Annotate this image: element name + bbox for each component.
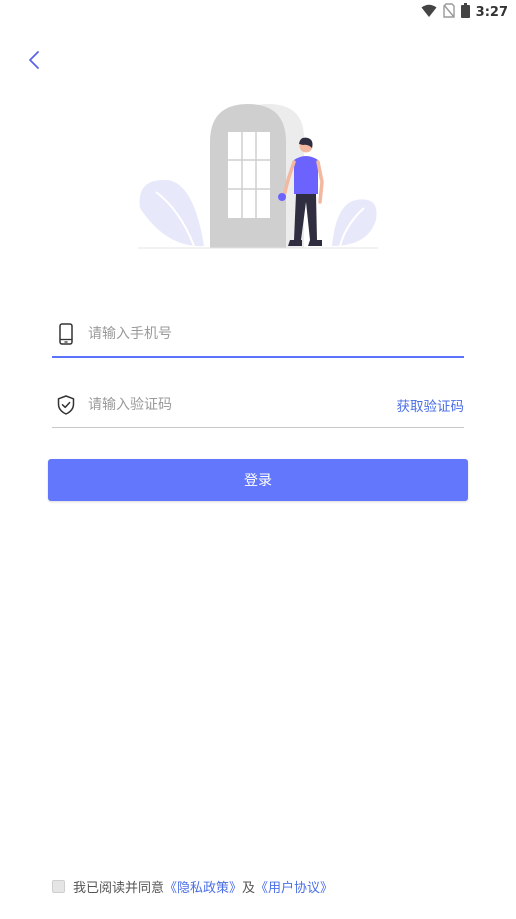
status-bar: 3:27 bbox=[0, 0, 516, 24]
no-sim-icon bbox=[442, 2, 455, 22]
hero-illustration bbox=[136, 100, 380, 250]
agreement-prefix: 我已阅读并同意 bbox=[73, 880, 165, 896]
chevron-left-icon bbox=[27, 50, 41, 74]
shield-check-icon bbox=[54, 393, 78, 417]
phone-field[interactable] bbox=[52, 312, 464, 358]
back-button[interactable] bbox=[20, 48, 48, 76]
login-button-label: 登录 bbox=[244, 473, 272, 489]
verification-code-field[interactable]: 获取验证码 bbox=[52, 383, 464, 428]
agreement-row: 我已阅读并同意 《隐私政策》 及 《用户协议》 bbox=[52, 876, 333, 896]
phone-input[interactable] bbox=[86, 325, 464, 343]
agreement-conjunction: 及 bbox=[242, 880, 256, 896]
battery-icon bbox=[460, 2, 470, 22]
privacy-policy-link[interactable]: 《隐私政策》 bbox=[164, 877, 242, 896]
login-button[interactable]: 登录 bbox=[48, 459, 468, 501]
status-time: 3:27 bbox=[475, 4, 508, 20]
user-agreement-link[interactable]: 《用户协议》 bbox=[255, 877, 333, 896]
status-icons: 3:27 bbox=[421, 2, 508, 22]
phone-icon bbox=[54, 322, 78, 346]
get-code-button[interactable]: 获取验证码 bbox=[397, 395, 465, 415]
agreement-checkbox[interactable] bbox=[52, 879, 65, 893]
wifi-icon bbox=[421, 3, 437, 22]
verification-code-input[interactable] bbox=[86, 396, 397, 414]
